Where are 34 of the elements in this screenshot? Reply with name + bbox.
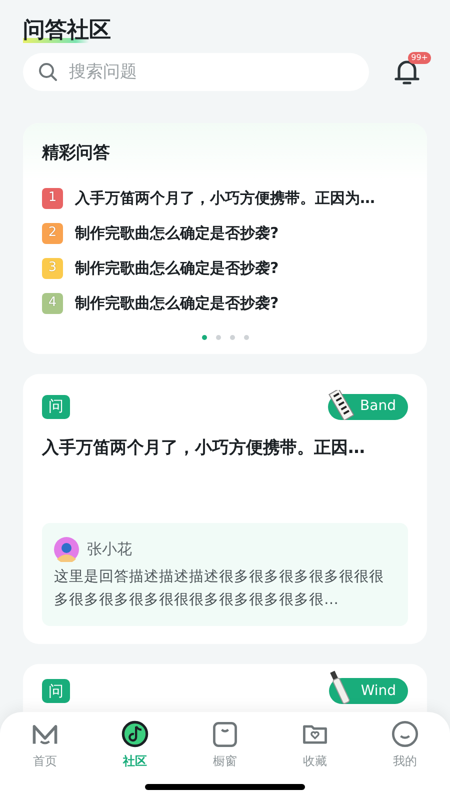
- question-link[interactable]: 制作完歌曲怎么确定是否抄袭?: [75, 292, 279, 314]
- question-link[interactable]: 入手万笛两个月了，小巧方便携带。正因为…: [75, 186, 375, 210]
- tab-item[interactable]: 收藏: [270, 712, 360, 800]
- tab-item[interactable]: 橱窗: [180, 712, 270, 800]
- answer-text: 这里是回答描述描述描述很多很多很多很多很很很多很多很多很多很很很多很多很多很多很…: [54, 568, 385, 610]
- tab-item[interactable]: 我的: [360, 712, 450, 800]
- question-card[interactable]: 问 Band 入手万笛两个月了，小巧方便携带。正因… 张小花 这里是回答描述描述描述很多很多很多很多很很很多很多很多很多很很很多很多很多很多很…: [23, 374, 427, 644]
- author-name: 张小花: [87, 539, 132, 560]
- question-link[interactable]: 制作完歌曲怎么确定是否抄袭?: [75, 222, 279, 244]
- rank-label: 1: [42, 188, 63, 208]
- question-mark-label: 问: [42, 679, 70, 704]
- rank-label: 2: [42, 222, 63, 244]
- notification-count: 99+: [408, 52, 431, 64]
- page-title: 问答社区: [23, 18, 111, 43]
- question-card[interactable]: 问 Wind: [23, 664, 427, 712]
- flute-icon: [328, 670, 351, 704]
- question-title[interactable]: 入手万笛两个月了，小巧方便携带。正因…: [42, 436, 408, 461]
- page-dot[interactable]: [202, 334, 206, 340]
- page-dot[interactable]: [216, 334, 220, 340]
- bag-icon: [211, 720, 239, 748]
- search-field[interactable]: 搜索问题: [23, 53, 369, 91]
- smiley-icon: [391, 720, 419, 748]
- search-icon: [38, 62, 58, 82]
- avatar: [54, 537, 79, 562]
- rank-label: 3: [42, 258, 63, 278]
- rank-label: 4: [42, 292, 63, 314]
- page-dot[interactable]: [230, 334, 234, 340]
- page-dot[interactable]: [244, 334, 248, 340]
- tab-item[interactable]: 首页: [0, 712, 90, 800]
- music-note-icon: [121, 720, 149, 748]
- question-mark-label: 问: [42, 394, 70, 418]
- tab-item[interactable]: 社区: [90, 712, 180, 800]
- question-link[interactable]: 制作完歌曲怎么确定是否抄袭?: [75, 256, 279, 280]
- category-tag[interactable]: Wind: [328, 678, 408, 704]
